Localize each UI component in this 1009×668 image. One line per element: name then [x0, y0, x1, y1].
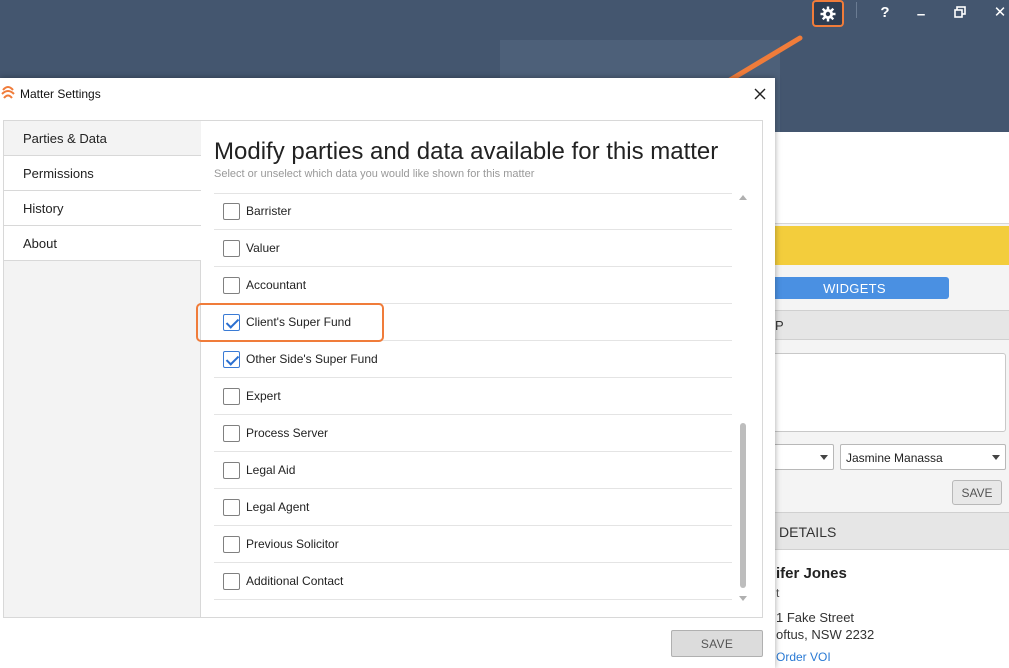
- help-button[interactable]: ?: [870, 0, 900, 24]
- minimize-button[interactable]: –: [906, 0, 936, 24]
- dialog-title: Matter Settings: [20, 87, 101, 101]
- list-scrollbar[interactable]: [737, 193, 749, 603]
- checkbox[interactable]: [223, 240, 240, 257]
- list-item-label: Valuer: [246, 241, 280, 255]
- page-title: Modify parties and data available for th…: [214, 138, 719, 165]
- sidebar-item-permissions[interactable]: Permissions: [4, 156, 201, 191]
- list-item[interactable]: Accountant: [214, 267, 732, 304]
- background-save-button[interactable]: SAVE: [952, 480, 1002, 505]
- list-item[interactable]: Expert: [214, 378, 732, 415]
- list-item[interactable]: Legal Aid: [214, 452, 732, 489]
- background-select-left[interactable]: [770, 444, 834, 470]
- restore-button[interactable]: [945, 0, 975, 24]
- settings-button[interactable]: [812, 0, 844, 27]
- contact-name: ifer Jones: [776, 565, 847, 582]
- background-section-header: P: [775, 310, 1009, 340]
- chevron-down-icon: [820, 455, 828, 460]
- details-section-header: DETAILS: [775, 512, 1009, 550]
- list-item[interactable]: Legal Agent: [214, 489, 732, 526]
- page-subtitle: Select or unselect which data you would …: [214, 168, 535, 180]
- party-list: Barrister Valuer Accountant Client's Super …: [214, 193, 732, 601]
- scroll-thumb[interactable]: [740, 423, 746, 588]
- close-icon: ✕: [993, 4, 1007, 21]
- list-item-label: Other Side's Super Fund: [246, 352, 378, 366]
- checkbox[interactable]: [223, 425, 240, 442]
- list-item-label: Barrister: [246, 204, 292, 218]
- contact-role: t: [776, 586, 780, 600]
- background-notes-field[interactable]: [770, 353, 1006, 432]
- window-close-button[interactable]: ✕: [985, 0, 1009, 24]
- checkbox[interactable]: [223, 462, 240, 479]
- widgets-button[interactable]: WIDGETS: [760, 277, 949, 299]
- titlebar-separator: [856, 2, 857, 18]
- list-item-label: Legal Agent: [246, 500, 310, 514]
- checkbox[interactable]: [223, 351, 240, 368]
- list-item[interactable]: Previous Solicitor: [214, 526, 732, 563]
- scroll-down-icon[interactable]: [739, 596, 747, 601]
- order-voi-link[interactable]: Order VOI: [776, 650, 831, 664]
- background-banner: [775, 226, 1009, 265]
- sidebar-item-label: About: [23, 236, 57, 251]
- dialog-header: Matter Settings: [0, 78, 775, 116]
- annotation-highlight-box: [196, 303, 384, 342]
- list-item-label: Legal Aid: [246, 463, 296, 477]
- list-item-label: Process Server: [246, 426, 329, 440]
- dialog-close-button[interactable]: [748, 82, 772, 106]
- list-item-label: Accountant: [246, 278, 307, 292]
- checkbox[interactable]: [223, 388, 240, 405]
- minimize-icon: –: [916, 5, 926, 23]
- select-value: Jasmine Manassa: [846, 451, 943, 465]
- settings-sidebar: Parties & Data Permissions History About: [4, 121, 201, 617]
- list-item[interactable]: Additional Contact: [214, 563, 732, 600]
- checkbox[interactable]: [223, 573, 240, 590]
- sidebar-item-history[interactable]: History: [4, 191, 201, 226]
- list-item[interactable]: Process Server: [214, 415, 732, 452]
- list-item-label: Previous Solicitor: [246, 537, 339, 551]
- contact-address-line2: oftus, NSW 2232: [776, 627, 875, 642]
- checkbox[interactable]: [223, 499, 240, 516]
- details-label: DETAILS: [779, 524, 837, 540]
- sidebar-item-label: History: [23, 201, 64, 216]
- checkbox[interactable]: [223, 536, 240, 553]
- checkbox[interactable]: [223, 277, 240, 294]
- list-item-label: Additional Contact: [246, 574, 344, 588]
- dialog-body: Parties & Data Permissions History About…: [3, 120, 763, 618]
- scroll-up-icon[interactable]: [739, 195, 747, 200]
- sidebar-item-parties-data[interactable]: Parties & Data: [4, 121, 201, 156]
- chevron-down-icon: [992, 455, 1000, 460]
- sidebar-item-about[interactable]: About: [4, 226, 201, 261]
- checkbox[interactable]: [223, 203, 240, 220]
- gear-icon: [820, 6, 836, 21]
- help-icon: ?: [880, 3, 890, 21]
- sidebar-item-label: Parties & Data: [23, 131, 107, 146]
- list-item[interactable]: Barrister: [214, 193, 732, 230]
- restore-icon: [954, 6, 966, 18]
- app-logo-icon: [1, 86, 15, 99]
- background-header-area: [775, 132, 1009, 224]
- list-item[interactable]: Other Side's Super Fund: [214, 341, 732, 378]
- section-label: P: [775, 318, 784, 333]
- matter-settings-dialog: Matter Settings Parties & Data Permissio…: [0, 78, 775, 668]
- list-item-label: Expert: [246, 389, 281, 403]
- sidebar-item-label: Permissions: [23, 166, 94, 181]
- close-icon: [754, 88, 766, 100]
- contact-address-line1: 1 Fake Street: [776, 610, 855, 625]
- save-button[interactable]: SAVE: [671, 630, 763, 657]
- list-item[interactable]: Valuer: [214, 230, 732, 267]
- background-select-user[interactable]: Jasmine Manassa: [840, 444, 1006, 470]
